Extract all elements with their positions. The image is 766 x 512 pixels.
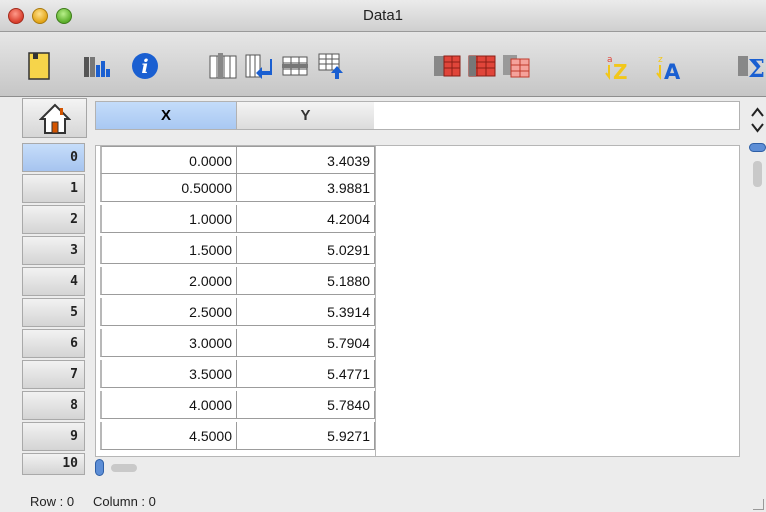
row-header[interactable]: 0 bbox=[22, 143, 85, 172]
cell-y[interactable]: 5.4771 bbox=[237, 360, 375, 388]
delete-row-icon[interactable] bbox=[280, 51, 310, 81]
vertical-split-handle[interactable] bbox=[749, 143, 766, 152]
info-icon[interactable]: i bbox=[130, 51, 160, 81]
resize-grip-icon[interactable] bbox=[753, 499, 764, 510]
column-chart-icon[interactable] bbox=[82, 51, 112, 81]
cell-y[interactable]: 3.9881 bbox=[237, 174, 375, 202]
status-row-text: Row : 0 bbox=[30, 494, 75, 509]
column-header-y[interactable]: Y bbox=[236, 102, 374, 129]
cell-x[interactable]: 1.5000 bbox=[100, 236, 237, 264]
sort-ascending-icon[interactable]: zA bbox=[654, 51, 684, 81]
window-title: Data1 bbox=[362, 7, 404, 24]
svg-text:i: i bbox=[141, 56, 148, 78]
svg-text:a: a bbox=[607, 55, 613, 65]
svg-text:Z: Z bbox=[613, 60, 628, 81]
fill-red-icon[interactable] bbox=[467, 51, 497, 81]
sum-icon[interactable]: Σ bbox=[736, 51, 766, 81]
cell-x[interactable]: 4.0000 bbox=[100, 391, 237, 419]
toolbar: i aZ zA Σ bbox=[0, 32, 766, 97]
horizontal-split-handle[interactable] bbox=[95, 459, 104, 476]
cell-y[interactable]: 5.0291 bbox=[237, 236, 375, 264]
sort-descending-icon[interactable]: aZ bbox=[603, 51, 633, 81]
row-header[interactable]: 10 bbox=[22, 453, 85, 475]
svg-text:z: z bbox=[658, 55, 663, 65]
cell-y[interactable]: 5.7904 bbox=[237, 329, 375, 357]
cell-x[interactable]: 0.50000 bbox=[100, 174, 237, 202]
row-header[interactable]: 9 bbox=[22, 422, 85, 451]
row-header[interactable]: 8 bbox=[22, 391, 85, 420]
row-header[interactable]: 5 bbox=[22, 298, 85, 327]
title-bar: Data1 bbox=[0, 0, 766, 32]
cell-y[interactable]: 5.3914 bbox=[237, 298, 375, 326]
horizontal-scrollbar[interactable] bbox=[95, 459, 740, 476]
row-header[interactable]: 2 bbox=[22, 205, 85, 234]
horizontal-scroll-thumb[interactable] bbox=[111, 464, 137, 472]
column-header-x[interactable]: X bbox=[96, 102, 236, 129]
row-header[interactable]: 3 bbox=[22, 236, 85, 265]
cell-y[interactable]: 3.4039 bbox=[237, 146, 375, 174]
status-bar: Row : 0 Column : 0 bbox=[0, 482, 766, 512]
cell-x[interactable]: 2.5000 bbox=[100, 298, 237, 326]
new-sheet-icon[interactable] bbox=[24, 51, 54, 81]
row-header[interactable]: 1 bbox=[22, 174, 85, 203]
svg-text:A: A bbox=[664, 60, 681, 81]
cell-y[interactable]: 5.7840 bbox=[237, 391, 375, 419]
cell-x[interactable]: 0.0000 bbox=[100, 146, 237, 174]
row-header[interactable]: 7 bbox=[22, 360, 85, 389]
status-column-text: Column : 0 bbox=[93, 494, 156, 509]
select-red-icon[interactable] bbox=[432, 51, 462, 81]
row-header[interactable]: 6 bbox=[22, 329, 85, 358]
cell-x[interactable]: 3.5000 bbox=[100, 360, 237, 388]
empty-column-area[interactable] bbox=[375, 146, 740, 456]
cell-y[interactable]: 5.1880 bbox=[237, 267, 375, 295]
svg-text:Σ: Σ bbox=[748, 54, 765, 81]
append-row-icon[interactable] bbox=[316, 51, 346, 81]
vertical-scrollbar[interactable] bbox=[749, 143, 766, 463]
data-grid: 0.0000 3.4039 0.50000 3.9881 1.0000 4.20… bbox=[95, 145, 740, 457]
cell-y[interactable]: 4.2004 bbox=[237, 205, 375, 233]
cell-x[interactable]: 3.0000 bbox=[100, 329, 237, 357]
cell-x[interactable]: 4.5000 bbox=[100, 422, 237, 450]
vertical-scroll-thumb[interactable] bbox=[753, 161, 762, 187]
cell-x[interactable]: 2.0000 bbox=[100, 267, 237, 295]
home-button[interactable] bbox=[22, 98, 87, 138]
cell-x[interactable]: 1.0000 bbox=[100, 205, 237, 233]
home-icon bbox=[39, 103, 71, 134]
clear-red-icon[interactable] bbox=[501, 51, 531, 81]
column-header-row: X Y bbox=[95, 101, 740, 130]
insert-row-icon[interactable] bbox=[244, 51, 274, 81]
column-stepper-icon[interactable] bbox=[749, 104, 766, 136]
insert-column-icon[interactable] bbox=[208, 51, 238, 81]
row-header[interactable]: 4 bbox=[22, 267, 85, 296]
cell-y[interactable]: 5.9271 bbox=[237, 422, 375, 450]
